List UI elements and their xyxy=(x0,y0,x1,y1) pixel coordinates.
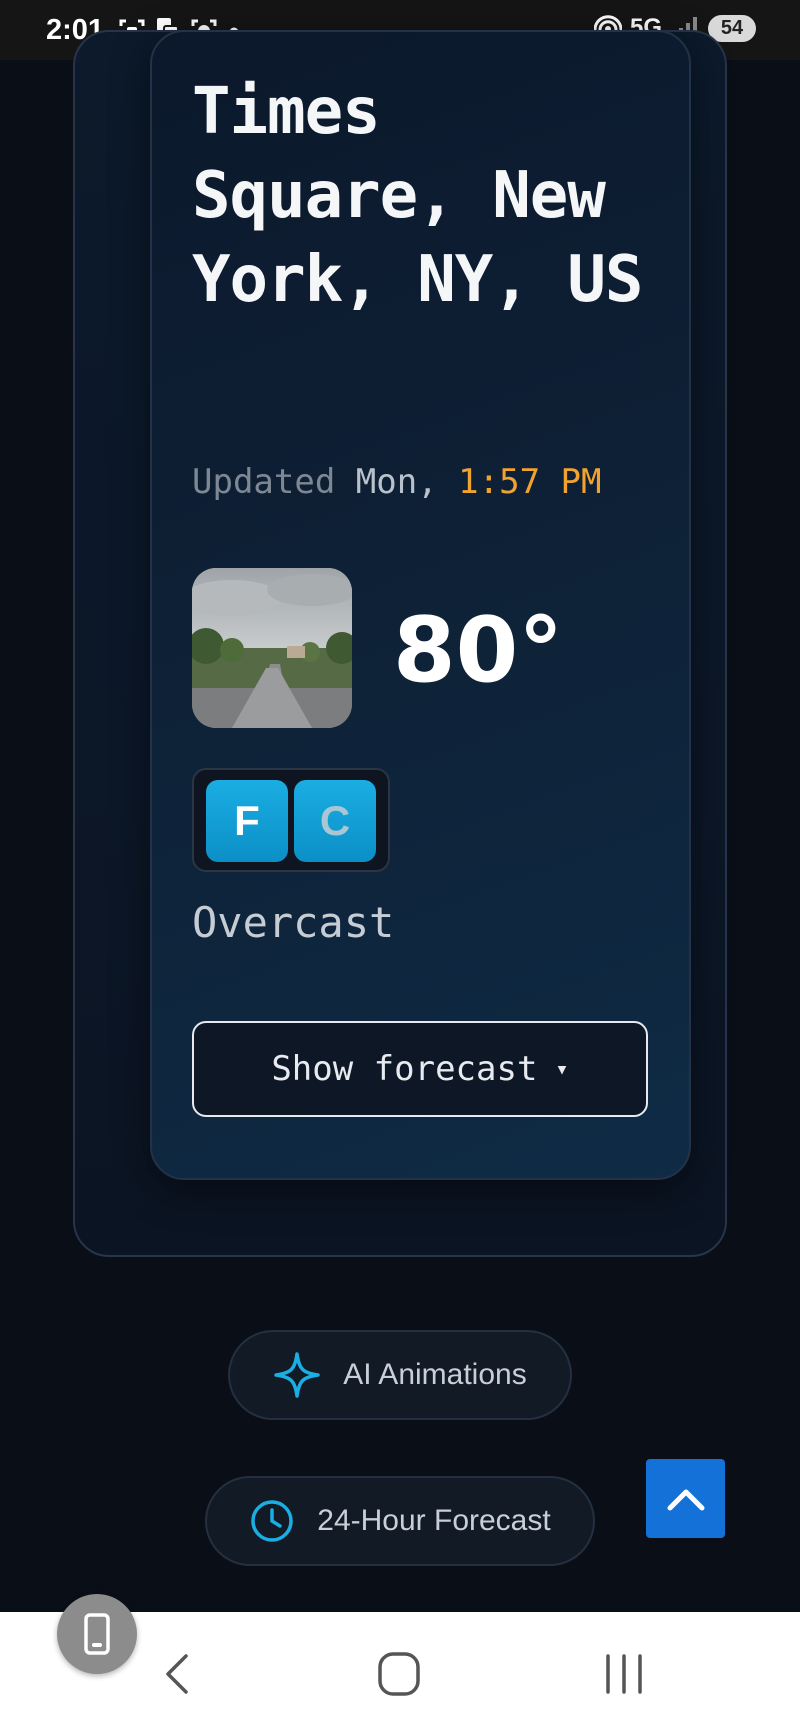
screen: 2:01 5G 54 Times Square, New York, NY, U… xyxy=(0,0,800,1733)
unit-c-button[interactable]: C xyxy=(294,780,376,862)
unit-f-button[interactable]: F xyxy=(206,780,288,862)
phone-icon xyxy=(84,1613,110,1655)
weather-thumbnail xyxy=(192,568,352,728)
ai-animations-label: AI Animations xyxy=(343,1358,527,1391)
temperature: 80° xyxy=(393,598,564,703)
hour-forecast-button[interactable]: 24-Hour Forecast xyxy=(205,1476,595,1566)
unit-toggle: F C xyxy=(192,768,390,872)
back-icon[interactable] xyxy=(158,1650,194,1698)
clock-icon xyxy=(251,1500,294,1542)
home-icon[interactable] xyxy=(376,1650,422,1698)
sparkle-icon xyxy=(274,1352,321,1398)
battery-level: 54 xyxy=(708,14,756,42)
phone-floating-button[interactable] xyxy=(57,1594,137,1674)
ai-animations-button[interactable]: AI Animations xyxy=(228,1330,572,1420)
updated-label: Updated xyxy=(192,462,336,502)
show-forecast-button[interactable]: Show forecast ▾ xyxy=(192,1021,648,1117)
location-title: Times Square, New York, NY, US xyxy=(192,75,643,317)
weather-condition: Overcast xyxy=(192,898,395,947)
hour-forecast-label: 24-Hour Forecast xyxy=(317,1504,551,1537)
updated-day: Mon, xyxy=(355,462,438,502)
caret-down-icon: ▾ xyxy=(555,1056,569,1082)
street-image xyxy=(192,568,352,728)
chevron-up-icon xyxy=(667,1489,704,1510)
scroll-to-top-button[interactable] xyxy=(646,1459,725,1538)
updated-time: 1:57 PM xyxy=(458,462,602,502)
show-forecast-label: Show forecast xyxy=(271,1049,538,1089)
recent-apps-icon[interactable] xyxy=(602,1650,646,1698)
updated-text: Updated Mon, 1:57 PM xyxy=(192,462,601,502)
